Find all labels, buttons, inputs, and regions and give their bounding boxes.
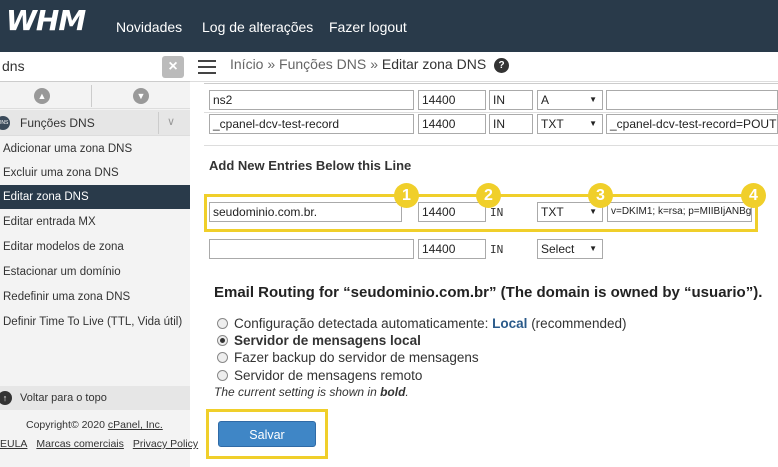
breadcrumb-bar: Início » Funções DNS» Editar zona DNS ? xyxy=(190,52,778,82)
dropdown-caret-icon: ▼ xyxy=(589,244,597,253)
breadcrumb-home[interactable]: Início xyxy=(230,56,263,72)
sidebar-item-park-domain[interactable]: Estacionar um domínio xyxy=(0,260,190,284)
email-routing-title: Email Routing for “seudominio.com.br” (T… xyxy=(214,284,763,301)
radio-backup[interactable]: Fazer backup do servidor de mensagens xyxy=(217,350,479,365)
record-value-field[interactable] xyxy=(606,90,778,110)
record-type-select[interactable]: TXT ▼ xyxy=(537,114,603,134)
breadcrumb-sep: » xyxy=(267,56,276,72)
nav-changelog[interactable]: Log de alterações xyxy=(202,19,313,35)
radio-button[interactable] xyxy=(217,351,228,363)
sidebar-arrows: ▲ ▼ xyxy=(0,83,190,109)
copyright-text: Copyright© 2020 xyxy=(26,419,108,431)
record-type-select[interactable]: A ▼ xyxy=(537,90,603,110)
sidebar-item-delete-zone[interactable]: Excluir uma zona DNS xyxy=(0,161,190,185)
breadcrumb: Início » Funções DNS» Editar zona DNS ? xyxy=(230,56,510,73)
save-button[interactable]: Salvar xyxy=(218,421,316,447)
arrow-up-icon: ↑ xyxy=(0,391,12,405)
note-bold: bold xyxy=(380,385,406,399)
help-icon[interactable]: ? xyxy=(494,57,510,73)
marker-3: 3 xyxy=(588,183,613,208)
radio-label: Fazer backup do servidor de mensagens xyxy=(234,350,479,365)
new-type-select[interactable]: Select ▼ xyxy=(537,239,603,259)
radio-label: Servidor de mensagens remoto xyxy=(234,368,423,383)
record-type-value: A xyxy=(541,93,550,107)
radio-local[interactable]: Servidor de mensagens local xyxy=(217,333,421,348)
sidebar-item-edit-mx[interactable]: Editar entrada MX xyxy=(0,210,190,234)
new-name-field[interactable]: seudominio.com.br. xyxy=(209,202,402,222)
breadcrumb-current: Editar zona DNS xyxy=(381,56,487,72)
note-suffix: . xyxy=(405,385,409,399)
divider xyxy=(158,112,159,134)
sidebar-search: × xyxy=(0,52,190,82)
close-icon[interactable]: × xyxy=(162,56,184,78)
record-class-field[interactable]: IN xyxy=(489,114,533,134)
new-ttl-field[interactable]: 14400 xyxy=(418,202,486,222)
marker-1: 1 xyxy=(394,183,419,208)
dropdown-caret-icon: ▼ xyxy=(589,119,597,128)
record-class-field[interactable]: IN xyxy=(489,90,533,110)
nav-novidades[interactable]: Novidades xyxy=(116,19,182,35)
sidebar-item-add-zone[interactable]: Adicionar uma zona DNS xyxy=(0,137,190,161)
nav-logout[interactable]: Fazer logout xyxy=(329,19,407,35)
sidebar-item-edit-zone[interactable]: Editar zona DNS xyxy=(0,185,190,209)
divider xyxy=(204,112,778,113)
record-name-field[interactable]: ns2 xyxy=(209,90,414,110)
footer-links: EULA Marcas comerciais Privacy Policy xyxy=(0,438,204,450)
divider xyxy=(204,145,778,146)
radio-label: Configuração detectada automaticamente: xyxy=(234,316,493,331)
breadcrumb-section[interactable]: Funções DNS xyxy=(279,56,366,72)
eula-link[interactable]: EULA xyxy=(0,438,27,450)
chevron-up-icon[interactable]: ▲ xyxy=(34,88,50,104)
marker-4: 4 xyxy=(741,183,766,208)
back-to-top-label: Voltar para o topo xyxy=(20,392,107,404)
sidebar: × ▲ ▼ DNS Funções DNS ∨ Adicionar uma zo… xyxy=(0,52,198,467)
new-entries-title: Add New Entries Below this Line xyxy=(209,158,412,173)
search-input[interactable] xyxy=(0,54,160,78)
record-ttl-field[interactable]: 14400 xyxy=(418,114,486,134)
divider xyxy=(91,85,92,107)
radio-auto-detect[interactable]: Configuração detectada automaticamente: … xyxy=(217,316,626,331)
radio-label-highlight: Local xyxy=(492,316,528,331)
whm-logo[interactable]: WHM xyxy=(6,4,86,37)
new-value-field[interactable]: v=DKIM1; k=rsa; p=MIIBIjANBgkqhk xyxy=(607,202,752,222)
trademarks-link[interactable]: Marcas comerciais xyxy=(36,438,124,450)
new-name-field[interactable] xyxy=(209,239,414,259)
radio-label: Servidor de mensagens local xyxy=(234,333,421,348)
category-label: Funções DNS xyxy=(20,116,95,130)
copyright: Copyright© 2020 cPanel, Inc. xyxy=(26,419,163,431)
record-ttl-field[interactable]: 14400 xyxy=(418,90,486,110)
radio-label-suffix: (recommended) xyxy=(527,316,627,331)
menu-toggle-icon[interactable] xyxy=(198,60,216,74)
back-to-top[interactable]: ↑ Voltar para o topo xyxy=(0,386,190,410)
new-class-text: IN xyxy=(490,206,504,219)
new-type-value: TXT xyxy=(541,205,564,219)
record-name-field[interactable]: _cpanel-dcv-test-record xyxy=(209,114,414,134)
dropdown-caret-icon: ▼ xyxy=(589,95,597,104)
radio-remote[interactable]: Servidor de mensagens remoto xyxy=(217,368,422,383)
sidebar-category-dns[interactable]: DNS Funções DNS ∨ xyxy=(0,110,190,136)
sidebar-item-set-ttl[interactable]: Definir Time To Live (TTL, Vida útil) xyxy=(0,310,190,334)
cpanel-link[interactable]: cPanel, Inc. xyxy=(108,419,163,431)
note-text: The current setting is shown in xyxy=(214,385,381,399)
current-setting-note: The current setting is shown in bold. xyxy=(214,385,409,399)
chevron-down-icon[interactable]: ∨ xyxy=(167,115,175,128)
top-bar: WHM Novidades Log de alterações Fazer lo… xyxy=(0,0,778,52)
new-type-value: Select xyxy=(541,242,575,256)
new-ttl-field[interactable]: 14400 xyxy=(418,239,486,259)
chevron-down-icon[interactable]: ▼ xyxy=(133,88,149,104)
radio-button[interactable] xyxy=(217,317,228,329)
sidebar-item-edit-templates[interactable]: Editar modelos de zona xyxy=(0,235,190,259)
record-value-field[interactable]: _cpanel-dcv-test-record=POUTF xyxy=(606,114,778,134)
dns-icon: DNS xyxy=(0,116,10,130)
sidebar-item-reset-zone[interactable]: Redefinir uma zona DNS xyxy=(0,285,190,309)
privacy-policy-link[interactable]: Privacy Policy xyxy=(133,438,198,450)
marker-2: 2 xyxy=(476,183,501,208)
breadcrumb-sep: » xyxy=(370,56,378,72)
radio-button[interactable] xyxy=(217,369,228,381)
record-type-value: TXT xyxy=(541,117,564,131)
new-class-text: IN xyxy=(490,243,504,256)
divider xyxy=(204,83,778,84)
radio-button[interactable] xyxy=(217,334,228,346)
